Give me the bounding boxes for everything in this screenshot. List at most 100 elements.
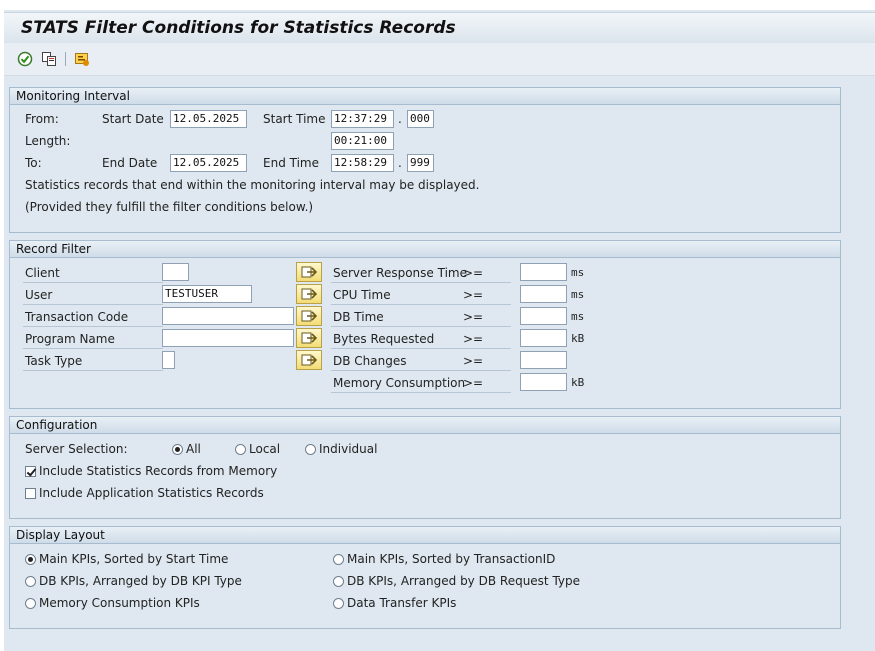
program-name-field[interactable]: [162, 329, 294, 347]
memory-consumption-label: Memory Consumption: [333, 376, 466, 390]
group-title: Monitoring Interval: [16, 89, 130, 103]
operator-label: >=: [463, 376, 484, 390]
arrow-right-icon: [301, 354, 318, 366]
bytes-requested-label: Bytes Requested: [333, 332, 435, 346]
toolbar: [4, 43, 875, 76]
include-memory-checkbox[interactable]: [25, 466, 36, 477]
end-time-field[interactable]: 12:58:29: [331, 154, 394, 172]
multiple-selection-button[interactable]: [296, 306, 322, 326]
client-label: Client: [25, 266, 60, 280]
db-changes-field[interactable]: [520, 351, 567, 369]
unit-label: kB: [571, 376, 585, 389]
layout-option-label: Data Transfer KPIs: [347, 596, 457, 610]
copy-icon[interactable]: [41, 51, 57, 67]
layout-radio-db-kpi-type[interactable]: [25, 576, 36, 587]
arrow-right-icon: [301, 310, 318, 322]
group-header: Display Layout: [10, 527, 840, 544]
row-underline: [331, 370, 511, 371]
group-title: Display Layout: [16, 528, 105, 542]
task-type-field[interactable]: [162, 351, 175, 369]
multiple-selection-button[interactable]: [296, 350, 322, 370]
group-header: Monitoring Interval: [10, 88, 840, 105]
info-icon[interactable]: [74, 51, 90, 67]
db-time-field[interactable]: [520, 307, 567, 325]
user-label: User: [25, 288, 53, 302]
start-date-label: Start Date: [102, 112, 164, 126]
unit-label: kB: [571, 332, 585, 345]
include-memory-label: Include Statistics Records from Memory: [39, 464, 278, 478]
row-underline: [23, 348, 163, 349]
execute-icon[interactable]: [17, 51, 33, 67]
row-underline: [23, 370, 163, 371]
unit-label: ms: [571, 288, 585, 301]
server-response-time-label: Server Response Time: [333, 266, 467, 280]
program-name-label: Program Name: [25, 332, 115, 346]
to-label: To:: [25, 156, 42, 170]
include-app-checkbox[interactable]: [25, 488, 36, 499]
layout-option-label: Main KPIs, Sorted by Start Time: [39, 552, 229, 566]
radio-all-label: All: [186, 442, 201, 456]
group-title: Configuration: [16, 418, 98, 432]
row-underline: [331, 348, 511, 349]
arrow-right-icon: [301, 332, 318, 344]
transaction-code-label: Transaction Code: [25, 310, 129, 324]
layout-radio-db-request-type[interactable]: [333, 576, 344, 587]
start-time-field[interactable]: 12:37:29: [331, 110, 394, 128]
operator-label: >=: [463, 310, 484, 324]
multiple-selection-button[interactable]: [296, 328, 322, 348]
configuration-group: Configuration Server Selection: All Loca…: [9, 416, 841, 519]
group-title: Record Filter: [16, 242, 91, 256]
multiple-selection-button[interactable]: [296, 262, 322, 282]
arrow-right-icon: [301, 288, 318, 300]
monitoring-note-1: Statistics records that end within the m…: [25, 178, 480, 192]
user-field[interactable]: TESTUSER: [162, 285, 252, 303]
transaction-code-field[interactable]: [162, 307, 294, 325]
layout-option-label: DB KPIs, Arranged by DB KPI Type: [39, 574, 242, 588]
multiple-selection-button[interactable]: [296, 284, 322, 304]
bytes-requested-field[interactable]: [520, 329, 567, 347]
layout-radio-main-transaction-id[interactable]: [333, 554, 344, 565]
row-underline: [23, 326, 163, 327]
client-field[interactable]: [162, 263, 189, 281]
end-ms-field[interactable]: 999: [407, 154, 434, 172]
length-label: Length:: [25, 134, 71, 148]
cpu-time-label: CPU Time: [333, 288, 391, 302]
end-date-field[interactable]: 12.05.2025: [170, 154, 247, 172]
row-underline: [23, 304, 163, 305]
separator-dot: .: [398, 156, 402, 170]
row-underline: [331, 282, 511, 283]
page-title: STATS Filter Conditions for Statistics R…: [21, 18, 456, 38]
operator-label: >=: [463, 354, 484, 368]
length-field[interactable]: 00:21:00: [331, 132, 394, 150]
layout-option-label: Memory Consumption KPIs: [39, 596, 200, 610]
end-date-label: End Date: [102, 156, 158, 170]
cpu-time-field[interactable]: [520, 285, 567, 303]
server-response-time-field[interactable]: [520, 263, 567, 281]
title-bar: STATS Filter Conditions for Statistics R…: [4, 12, 875, 43]
toolbar-separator: [65, 52, 66, 66]
monitoring-interval-group: Monitoring Interval From: Start Date 12.…: [9, 87, 841, 233]
group-header: Record Filter: [10, 241, 840, 258]
unit-label: ms: [571, 266, 585, 279]
start-time-label: Start Time: [263, 112, 326, 126]
radio-individual[interactable]: [305, 444, 316, 455]
radio-all[interactable]: [172, 444, 183, 455]
separator-dot: .: [398, 112, 402, 126]
row-underline: [23, 282, 163, 283]
radio-individual-label: Individual: [319, 442, 378, 456]
monitoring-note-2: (Provided they fulfill the filter condit…: [25, 200, 314, 214]
start-date-field[interactable]: 12.05.2025: [170, 110, 247, 128]
layout-radio-main-start-time[interactable]: [25, 554, 36, 565]
start-ms-field[interactable]: 000: [407, 110, 434, 128]
layout-radio-data-transfer[interactable]: [333, 598, 344, 609]
operator-label: >=: [463, 288, 484, 302]
radio-local-label: Local: [249, 442, 281, 456]
layout-radio-memory[interactable]: [25, 598, 36, 609]
from-label: From:: [25, 112, 59, 126]
row-underline: [331, 326, 511, 327]
operator-label: >=: [463, 266, 484, 280]
radio-local[interactable]: [235, 444, 246, 455]
group-header: Configuration: [10, 417, 840, 434]
memory-consumption-field[interactable]: [520, 373, 567, 391]
end-time-label: End Time: [263, 156, 319, 170]
